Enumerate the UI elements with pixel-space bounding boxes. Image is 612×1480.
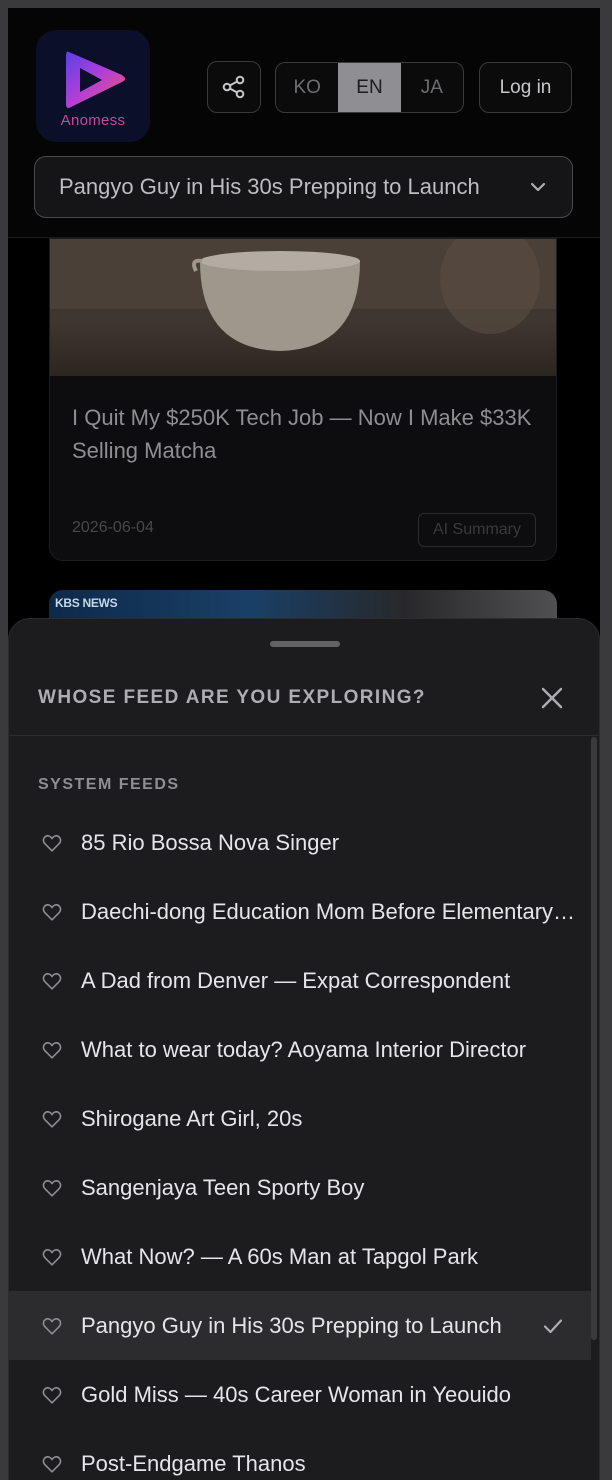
lang-option-ja[interactable]: JA <box>401 63 463 112</box>
feed-item[interactable]: What to wear today? Aoyama Interior Dire… <box>9 1015 591 1084</box>
close-icon <box>541 687 563 709</box>
ai-summary-badge[interactable]: AI Summary <box>418 513 536 547</box>
feed-item-name: Gold Miss — 40s Career Woman in Yeouido <box>81 1381 512 1407</box>
feed-item[interactable]: Shirogane Art Girl, 20s <box>9 1084 591 1153</box>
section-label-system-feeds: SYSTEM FEEDS <box>38 776 180 793</box>
lang-option-ko[interactable]: KO <box>276 63 338 112</box>
heart-icon[interactable] <box>41 1453 63 1475</box>
chevron-down-icon <box>530 182 546 192</box>
feed-item-name: Shirogane Art Girl, 20s <box>81 1105 303 1131</box>
heart-icon[interactable] <box>41 1108 63 1130</box>
matcha-bowl-image <box>50 239 556 351</box>
feed-item[interactable]: What Now? — A 60s Man at Tapgol Park <box>9 1222 591 1291</box>
close-button[interactable] <box>537 683 567 713</box>
feed-item[interactable]: Gold Miss — 40s Career Woman in Yeouido <box>9 1360 591 1429</box>
heart-icon[interactable] <box>41 832 63 854</box>
feed-item[interactable]: Post-Endgame Thanos <box>9 1429 591 1480</box>
sheet-title: WHOSE FEED ARE YOU EXPLORING? <box>38 687 426 708</box>
feed-list: 85 Rio Bossa Nova Singer Daechi-dong Edu… <box>9 808 591 1480</box>
feed-item[interactable]: A Dad from Denver — Expat Correspondent <box>9 946 591 1015</box>
feed-selector[interactable]: Pangyo Guy in His 30s Prepping to Launch <box>34 156 573 218</box>
feed-item-name: Pangyo Guy in His 30s Prepping to Launch <box>81 1312 502 1338</box>
heart-icon[interactable] <box>41 1246 63 1268</box>
feed-item-name: Post-Endgame Thanos <box>81 1450 306 1476</box>
news-source-tag: KBS NEWS <box>55 596 118 610</box>
feed-item-name: A Dad from Denver — Expat Correspondent <box>81 967 511 993</box>
card-date: 2026-06-04 <box>72 519 154 536</box>
sheet-divider <box>9 735 599 736</box>
logo-text: Anomess <box>60 112 126 129</box>
feed-card[interactable]: I Quit My $250K Tech Job — Now I Make $3… <box>49 238 557 561</box>
heart-icon[interactable] <box>41 1177 63 1199</box>
feed-item-selected[interactable]: Pangyo Guy in His 30s Prepping to Launch <box>9 1291 591 1360</box>
feed-item-name: 85 Rio Bossa Nova Singer <box>81 829 340 855</box>
heart-icon[interactable] <box>41 1315 63 1337</box>
check-icon <box>543 1318 563 1333</box>
card-title: I Quit My $250K Tech Job — Now I Make $3… <box>72 405 532 463</box>
share-icon <box>222 75 245 99</box>
sheet-scrollbar[interactable] <box>591 737 597 1340</box>
feed-item[interactable]: 85 Rio Bossa Nova Singer <box>9 808 591 877</box>
card-image <box>50 239 556 376</box>
feed-item[interactable]: Sangenjaya Teen Sporty Boy <box>9 1153 591 1222</box>
feed-item-name: Sangenjaya Teen Sporty Boy <box>81 1174 365 1200</box>
language-switcher: KO EN JA <box>275 62 464 113</box>
feed-selector-value: Pangyo Guy in His 30s Prepping to Launch <box>59 174 480 199</box>
feed-item-name: What Now? — A 60s Man at Tapgol Park <box>81 1243 479 1269</box>
feed-item-name: Daechi-dong Education Mom Before Element… <box>81 898 577 924</box>
app-logo[interactable]: Anomess <box>36 30 150 142</box>
lang-option-en[interactable]: EN <box>338 63 401 112</box>
feed-picker-sheet: WHOSE FEED ARE YOU EXPLORING? SYSTEM FEE… <box>8 618 600 1480</box>
heart-icon[interactable] <box>41 970 63 992</box>
login-button[interactable]: Log in <box>479 62 572 113</box>
heart-icon[interactable] <box>41 901 63 923</box>
feed-item[interactable]: Daechi-dong Education Mom Before Element… <box>9 877 591 946</box>
app-frame: Anomess KO EN JA Log in Pangyo Guy in Hi… <box>8 8 600 1480</box>
heart-icon[interactable] <box>41 1039 63 1061</box>
share-button[interactable] <box>207 61 261 113</box>
header: Anomess KO EN JA Log in Pangyo Guy in Hi… <box>8 8 600 238</box>
sheet-grabber[interactable] <box>270 641 340 647</box>
heart-icon[interactable] <box>41 1384 63 1406</box>
feed-item-name: What to wear today? Aoyama Interior Dire… <box>81 1036 527 1062</box>
